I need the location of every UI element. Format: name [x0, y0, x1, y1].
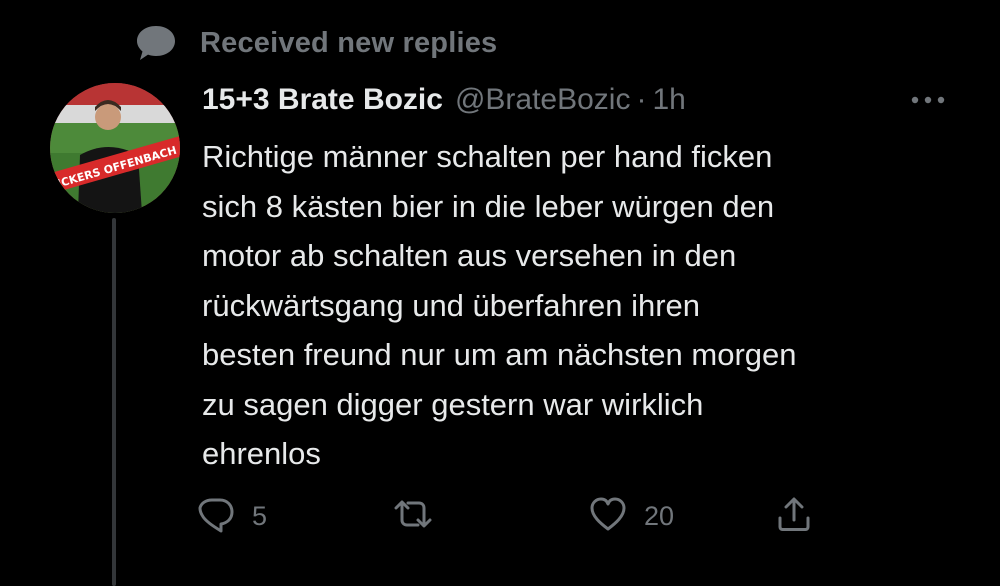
heart-icon — [588, 494, 628, 539]
like-button[interactable]: 20 — [588, 492, 674, 540]
thread-line — [112, 218, 116, 586]
separator-dot: · — [636, 83, 647, 116]
timestamp[interactable]: 1h — [652, 83, 685, 117]
tweet-header: 15+3 Brate Bozic @BrateBozic · 1h — [202, 80, 686, 120]
share-button[interactable] — [774, 492, 814, 540]
more-icon — [910, 92, 946, 110]
new-replies-notice[interactable]: Received new replies — [132, 22, 497, 64]
more-options-button[interactable] — [906, 86, 950, 116]
user-handle[interactable]: @BrateBozic — [455, 83, 631, 117]
reply-count: 5 — [252, 500, 268, 531]
retweet-button[interactable] — [390, 492, 436, 540]
avatar[interactable]: KICKERS OFFENBACH — [50, 83, 180, 213]
notice-text: Received new replies — [200, 26, 498, 59]
speech-bubble-icon — [132, 22, 180, 64]
reply-icon — [196, 494, 236, 539]
share-icon — [774, 494, 814, 539]
reply-button[interactable]: 5 — [196, 492, 267, 540]
display-name[interactable]: 15+3 Brate Bozic — [202, 83, 443, 117]
tweet-text: Richtige männer schalten per hand ficken… — [202, 139, 797, 471]
retweet-icon — [390, 494, 436, 539]
like-count: 20 — [644, 500, 675, 531]
